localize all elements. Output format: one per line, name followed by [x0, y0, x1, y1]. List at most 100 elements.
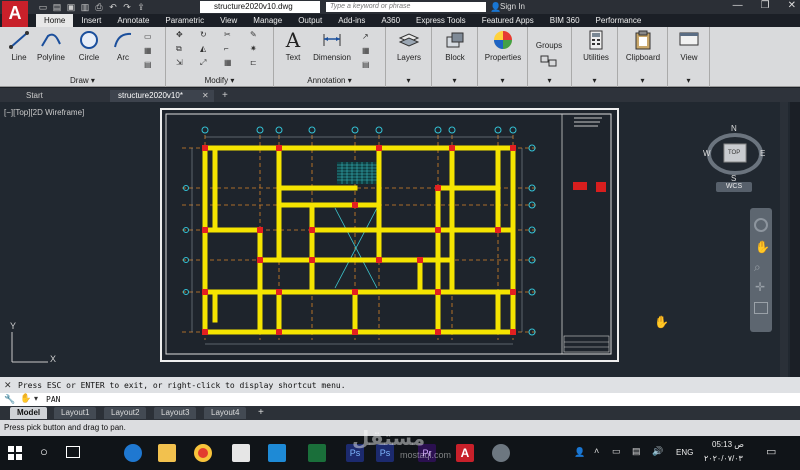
utilities-button[interactable]: Utilities: [576, 29, 616, 62]
markup-icon[interactable]: ▤: [362, 61, 372, 69]
line-button[interactable]: Line: [2, 29, 36, 62]
tray-chevron-icon[interactable]: ˄: [594, 446, 599, 456]
hatch-icon[interactable]: ▦: [144, 47, 154, 55]
dimension-button[interactable]: Dimension: [310, 29, 354, 62]
sign-in-link[interactable]: Sign In: [500, 2, 525, 11]
tab-layout1[interactable]: Layout1: [54, 407, 97, 419]
gradient-icon[interactable]: ▤: [144, 61, 154, 69]
properties-dropdown-icon[interactable]: ▾: [478, 76, 527, 86]
windows-start-icon[interactable]: [8, 446, 22, 460]
drawing-tab[interactable]: structure2020v10*: [110, 90, 214, 102]
open-icon[interactable]: ▤: [52, 2, 62, 12]
leader-icon[interactable]: ↗: [362, 33, 372, 41]
groups-dropdown-icon[interactable]: ▾: [528, 76, 571, 86]
search-icon[interactable]: ○: [40, 444, 48, 459]
block-button[interactable]: Block: [438, 29, 472, 62]
array-icon[interactable]: ▦: [224, 59, 234, 67]
tab-a360[interactable]: A360: [373, 14, 408, 27]
text-button[interactable]: A Text: [276, 28, 310, 62]
rectangle-icon[interactable]: ▭: [144, 33, 154, 41]
start-tab[interactable]: Start: [18, 90, 106, 102]
trim-icon[interactable]: ✂: [224, 31, 234, 39]
copy-icon[interactable]: ⧉: [176, 45, 186, 53]
tab-layout4[interactable]: Layout4: [204, 407, 247, 419]
tab-add-ins[interactable]: Add-ins: [330, 14, 373, 27]
steering-wheel-icon[interactable]: [754, 218, 768, 232]
clock-date[interactable]: ٢٠٢٠/٠٧/٠٣: [704, 454, 743, 463]
minimize-icon[interactable]: —: [733, 0, 743, 11]
polyline-button[interactable]: Polyline: [34, 29, 68, 62]
close-tab-icon[interactable]: ✕: [202, 91, 209, 100]
clipboard-button[interactable]: Clipboard: [620, 29, 666, 62]
mirror-icon[interactable]: ◭: [200, 45, 210, 53]
circle-button[interactable]: Circle: [72, 29, 106, 62]
stretch-icon[interactable]: ⇲: [176, 59, 186, 67]
rotate-icon[interactable]: ↻: [200, 31, 210, 39]
tab-bim-360[interactable]: BIM 360: [542, 14, 588, 27]
tab-express-tools[interactable]: Express Tools: [408, 14, 474, 27]
new-tab-icon[interactable]: +: [222, 90, 228, 101]
new-file-icon[interactable]: ▭: [38, 2, 48, 12]
store-icon[interactable]: [232, 444, 250, 462]
clipboard-dropdown-icon[interactable]: ▾: [618, 76, 667, 86]
tab-layout2[interactable]: Layout2: [104, 407, 147, 419]
tray-volume-icon[interactable]: 🔊: [652, 446, 663, 457]
save-icon[interactable]: ▣: [66, 2, 76, 12]
tab-model[interactable]: Model: [10, 407, 48, 419]
tab-layout3[interactable]: Layout3: [154, 407, 197, 419]
move-icon[interactable]: ✥: [176, 31, 186, 39]
share-icon[interactable]: ⇪: [136, 2, 146, 12]
viewport-controls[interactable]: [−][Top][2D Wireframe]: [4, 108, 84, 117]
undo-icon[interactable]: ↶: [108, 2, 118, 12]
settings-icon[interactable]: [268, 444, 286, 462]
command-prompt-dropdown-icon[interactable]: ▾: [34, 394, 38, 403]
vertical-scrollbar[interactable]: [780, 102, 788, 377]
annotation-panel-title[interactable]: Annotation ▾: [274, 76, 385, 86]
save-as-icon[interactable]: ▥: [80, 2, 90, 12]
tab-manage[interactable]: Manage: [245, 14, 290, 27]
layers-dropdown-icon[interactable]: ▾: [386, 76, 431, 86]
pan-icon[interactable]: ✋: [755, 240, 770, 254]
search-input[interactable]: Type a keyword or phrase: [326, 2, 486, 12]
tray-battery-icon[interactable]: ▭: [612, 446, 621, 457]
tab-parametric[interactable]: Parametric: [157, 14, 212, 27]
layers-button[interactable]: Layers: [392, 29, 426, 62]
tab-view[interactable]: View: [212, 14, 245, 27]
maximize-icon[interactable]: ❐: [761, 0, 770, 11]
drawing-viewport[interactable]: [−][Top][2D Wireframe] N S W E TOP WCS ✋…: [0, 102, 790, 377]
notifications-icon[interactable]: ▭: [766, 445, 776, 458]
chrome-icon[interactable]: [194, 444, 212, 462]
tab-annotate[interactable]: Annotate: [109, 14, 157, 27]
orbit-icon[interactable]: ✛: [755, 280, 765, 294]
input-language[interactable]: ENG: [676, 448, 693, 457]
zoom-icon[interactable]: ⌕: [754, 260, 761, 275]
draw-panel-title[interactable]: Draw ▾: [0, 76, 165, 86]
block-dropdown-icon[interactable]: ▾: [432, 76, 477, 86]
tab-performance[interactable]: Performance: [588, 14, 650, 27]
arc-button[interactable]: Arc: [106, 29, 140, 62]
groups-button[interactable]: Groups: [532, 29, 566, 74]
task-view-icon[interactable]: [66, 446, 80, 458]
app-icon[interactable]: [492, 444, 510, 462]
tab-featured-apps[interactable]: Featured Apps: [474, 14, 542, 27]
viewcube-top-face[interactable]: TOP: [728, 150, 740, 156]
file-explorer-icon[interactable]: [158, 444, 176, 462]
tray-people-icon[interactable]: 👤: [574, 447, 585, 458]
command-input[interactable]: 🔧 ✋ ▾ PAN: [0, 393, 800, 406]
autocad-taskbar-icon[interactable]: A: [456, 444, 474, 462]
edge-icon[interactable]: [124, 444, 142, 462]
modify-panel-title[interactable]: Modify ▾: [166, 76, 273, 86]
tab-home[interactable]: Home: [36, 14, 74, 27]
offset-icon[interactable]: ⊏: [250, 59, 260, 67]
view-dropdown-icon[interactable]: ▾: [668, 76, 709, 86]
redo-icon[interactable]: ↷: [122, 2, 132, 12]
print-icon[interactable]: ⎙: [94, 2, 104, 12]
utilities-dropdown-icon[interactable]: ▾: [572, 76, 617, 86]
tab-output[interactable]: Output: [290, 14, 330, 27]
mirc-icon[interactable]: [308, 444, 326, 462]
tab-insert[interactable]: Insert: [73, 14, 109, 27]
autocad-logo[interactable]: A: [2, 1, 28, 27]
scale-icon[interactable]: ⤢: [200, 59, 210, 67]
viewcube-north[interactable]: N: [731, 124, 737, 133]
showmotion-icon[interactable]: [754, 302, 768, 314]
